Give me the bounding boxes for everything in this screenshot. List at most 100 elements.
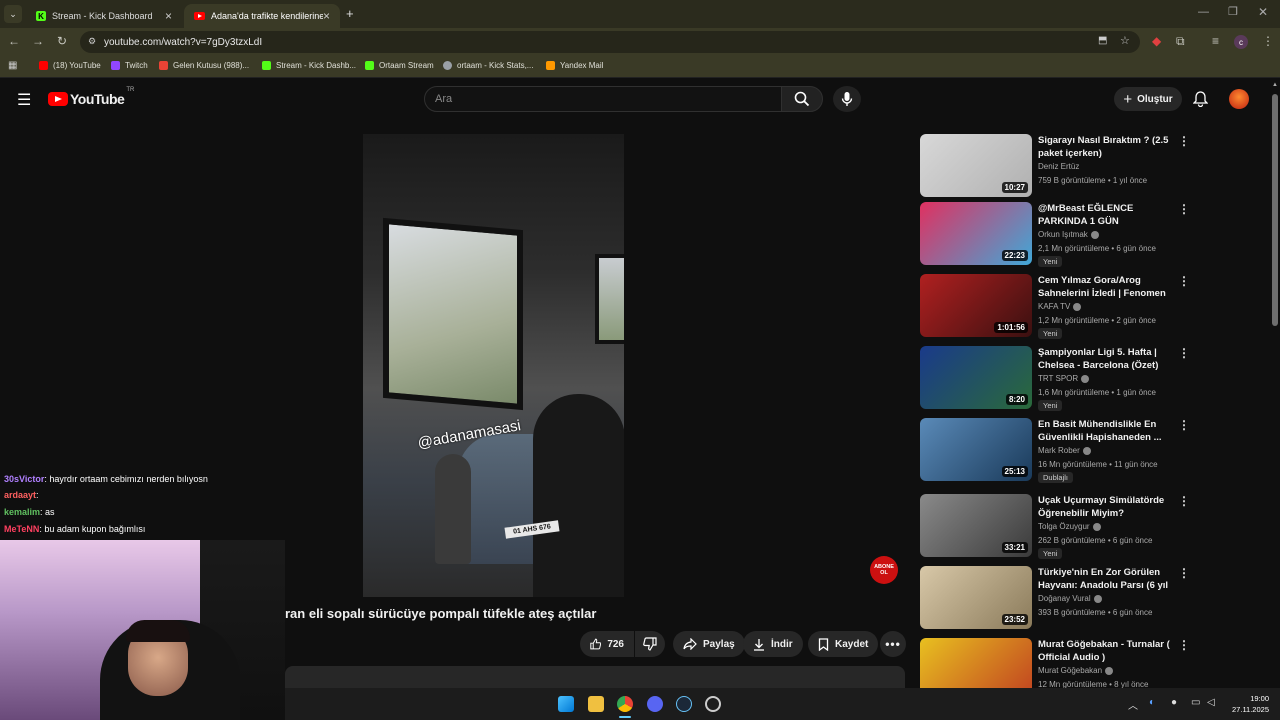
create-button[interactable]: + Oluştur (1114, 87, 1182, 111)
channel-name[interactable]: Mark Rober (1038, 446, 1091, 455)
new-tab-button[interactable]: + (346, 6, 354, 21)
apps-grid-icon[interactable]: ▦ (8, 60, 17, 71)
address-bar[interactable]: ⚙ youtube.com/watch?v=7gDy3tzxLdI ⬒ ☆ (80, 31, 1140, 53)
bookmark-ortaam-stream[interactable]: Ortaam Stream (365, 61, 434, 70)
reading-list-icon[interactable]: ≡ (1212, 34, 1219, 48)
recommendation-item[interactable]: 8:20 Şampiyonlar Ligi 5. Hafta | Chelsea… (920, 346, 1190, 411)
bookmark-youtube[interactable]: (18) YouTube (39, 61, 101, 70)
bookmark-gmail[interactable]: Gelen Kutusu (988)... (159, 61, 249, 70)
more-actions-button[interactable]: ••• (880, 631, 906, 657)
minimize-icon[interactable]: — (1198, 6, 1209, 18)
extensions-puzzle-icon[interactable]: ⧉ (1176, 34, 1185, 49)
recommendation-title[interactable]: Sigarayı Nasıl Bıraktım ? (2.5 paket içe… (1038, 134, 1170, 160)
page-scrollbar[interactable]: ▲ (1270, 80, 1280, 688)
more-options-icon[interactable]: ⋮ (1178, 134, 1190, 148)
video-thumbnail[interactable]: 23:52 (920, 566, 1032, 629)
chat-username[interactable]: MeTeNN (4, 524, 39, 534)
reload-icon[interactable]: ↻ (57, 34, 67, 48)
back-icon[interactable]: ← (8, 34, 20, 48)
channel-name[interactable]: Deniz Ertüz (1038, 162, 1079, 171)
tray-volume-icon[interactable]: ◁ (1207, 697, 1215, 708)
start-windows-icon[interactable] (558, 696, 574, 712)
more-options-icon[interactable]: ⋮ (1178, 274, 1190, 288)
recommendation-item[interactable]: 25:13 En Basit Mühendislikle En Güvenlik… (920, 418, 1190, 483)
close-icon[interactable]: × (323, 9, 330, 23)
hamburger-menu-icon[interactable]: ☰ (17, 90, 31, 110)
browser-menu-icon[interactable]: ⋮ (1262, 34, 1274, 48)
extension-icon[interactable]: ◆ (1152, 34, 1161, 48)
recommendation-title[interactable]: Uçak Uçurmayı Simülatörde Öğrenebilir Mi… (1038, 494, 1170, 520)
recommendation-item[interactable]: 1:01:56 Cem Yılmaz Gora/Arog Sahnelerini… (920, 274, 1190, 339)
chrome-icon[interactable] (617, 696, 633, 712)
maximize-icon[interactable]: ❐ (1228, 5, 1238, 18)
save-button[interactable]: Kaydet (808, 631, 879, 657)
video-thumbnail[interactable]: 10:27 (920, 134, 1032, 197)
channel-name[interactable]: Murat Göğebakan (1038, 666, 1114, 675)
tab-search-button[interactable]: ⌄ (4, 5, 22, 23)
channel-name[interactable]: KAFA TV (1038, 302, 1082, 311)
subscribe-overlay-badge[interactable]: ABONE OL (870, 556, 898, 584)
description-box[interactable] (285, 666, 905, 688)
video-thumbnail[interactable]: 1:01:56 (920, 274, 1032, 337)
bookmark-twitch[interactable]: Twitch (111, 61, 148, 70)
close-icon[interactable]: × (165, 9, 172, 23)
bookmark-yandex-mail[interactable]: Yandex Mail (546, 61, 603, 70)
account-avatar[interactable] (1229, 89, 1249, 109)
app-icon[interactable] (705, 696, 721, 712)
channel-name[interactable]: Doğanay Vural (1038, 594, 1102, 603)
notifications-bell-icon[interactable] (1192, 91, 1209, 112)
recommendation-title[interactable]: @MrBeast EĞLENCE PARKINDA 1 GÜN GEÇİRMEK (1038, 202, 1170, 229)
recommendation-title[interactable]: Türkiye'nin En Zor Görülen Hayvanı: Anad… (1038, 566, 1170, 593)
more-options-icon[interactable]: ⋮ (1178, 418, 1190, 432)
recommendation-item[interactable]: 10:27 Sigarayı Nasıl Bıraktım ? (2.5 pak… (920, 134, 1190, 198)
search-input[interactable]: Ara (424, 86, 782, 112)
search-button[interactable] (781, 86, 823, 112)
scrollbar-thumb[interactable] (1272, 94, 1278, 326)
channel-name[interactable]: TRT SPOR (1038, 374, 1090, 383)
chat-username[interactable]: 30sVictor (4, 474, 44, 484)
youtube-logo[interactable]: YouTube TR (48, 87, 134, 107)
voice-search-button[interactable] (833, 86, 861, 112)
bookmark-star-icon[interactable]: ☆ (1120, 34, 1130, 47)
site-info-icon[interactable]: ⚙ (88, 36, 96, 47)
bookmark-kick-dashboard[interactable]: Stream - Kick Dashb... (262, 61, 356, 70)
more-options-icon[interactable]: ⋮ (1178, 346, 1190, 360)
video-thumbnail[interactable] (920, 638, 1032, 688)
recommendation-item[interactable]: 33:21 Uçak Uçurmayı Simülatörde Öğrenebi… (920, 494, 1190, 559)
scroll-up-arrow-icon[interactable]: ▲ (1272, 82, 1278, 88)
video-thumbnail[interactable]: 8:20 (920, 346, 1032, 409)
tab-kick-dashboard[interactable]: K Stream - Kick Dashboard × (26, 4, 182, 28)
share-button[interactable]: Paylaş (673, 631, 745, 657)
install-icon[interactable]: ⬒ (1098, 35, 1107, 46)
chat-username[interactable]: ardaayt (4, 490, 36, 500)
more-options-icon[interactable]: ⋮ (1178, 494, 1190, 508)
window-close-icon[interactable]: ✕ (1258, 5, 1268, 19)
tab-youtube-video[interactable]: Adana'da trafikte kendilerine sa × (184, 4, 340, 28)
video-thumbnail[interactable]: 25:13 (920, 418, 1032, 481)
taskbar-clock[interactable]: 19:00 27.11.2025 (1225, 693, 1269, 715)
more-options-icon[interactable]: ⋮ (1178, 202, 1190, 216)
dislike-button[interactable] (635, 631, 665, 657)
tray-network-icon[interactable]: ▭ (1191, 697, 1200, 708)
recommendation-item[interactable]: Murat Göğebakan - Turnalar ( Official Au… (920, 638, 1190, 688)
bookmark-kick-stats[interactable]: ortaam - Kick Stats,... (443, 61, 533, 70)
tray-chevron-icon[interactable]: ︿ (1128, 697, 1138, 712)
recommendation-title[interactable]: Cem Yılmaz Gora/Arog Sahnelerini İzledi … (1038, 274, 1170, 301)
profile-avatar[interactable]: c (1234, 35, 1248, 49)
recommendation-title[interactable]: En Basit Mühendislikle En Güvenlikli Hap… (1038, 418, 1170, 444)
video-player[interactable]: 01 AHS 676 @adanamasasi (363, 134, 624, 597)
recommendation-title[interactable]: Şampiyonlar Ligi 5. Hafta | Chelsea - Ba… (1038, 346, 1170, 372)
recommendation-item[interactable]: 23:52 Türkiye'nin En Zor Görülen Hayvanı… (920, 566, 1190, 630)
channel-name[interactable]: Orkun Işıtmak (1038, 230, 1099, 239)
forward-icon[interactable]: → (32, 34, 44, 48)
video-thumbnail[interactable]: 22:23 (920, 202, 1032, 265)
tray-app-icon[interactable]: ◐ (1149, 697, 1155, 708)
more-options-icon[interactable]: ⋮ (1178, 638, 1190, 652)
recommendation-title[interactable]: Murat Göğebakan - Turnalar ( Official Au… (1038, 638, 1170, 664)
steam-icon[interactable] (676, 696, 692, 712)
recommendation-item[interactable]: 22:23 @MrBeast EĞLENCE PARKINDA 1 GÜN GE… (920, 202, 1190, 267)
discord-icon[interactable] (647, 696, 663, 712)
video-thumbnail[interactable]: 33:21 (920, 494, 1032, 557)
more-options-icon[interactable]: ⋮ (1178, 566, 1190, 580)
download-button[interactable]: İndir (743, 631, 803, 657)
